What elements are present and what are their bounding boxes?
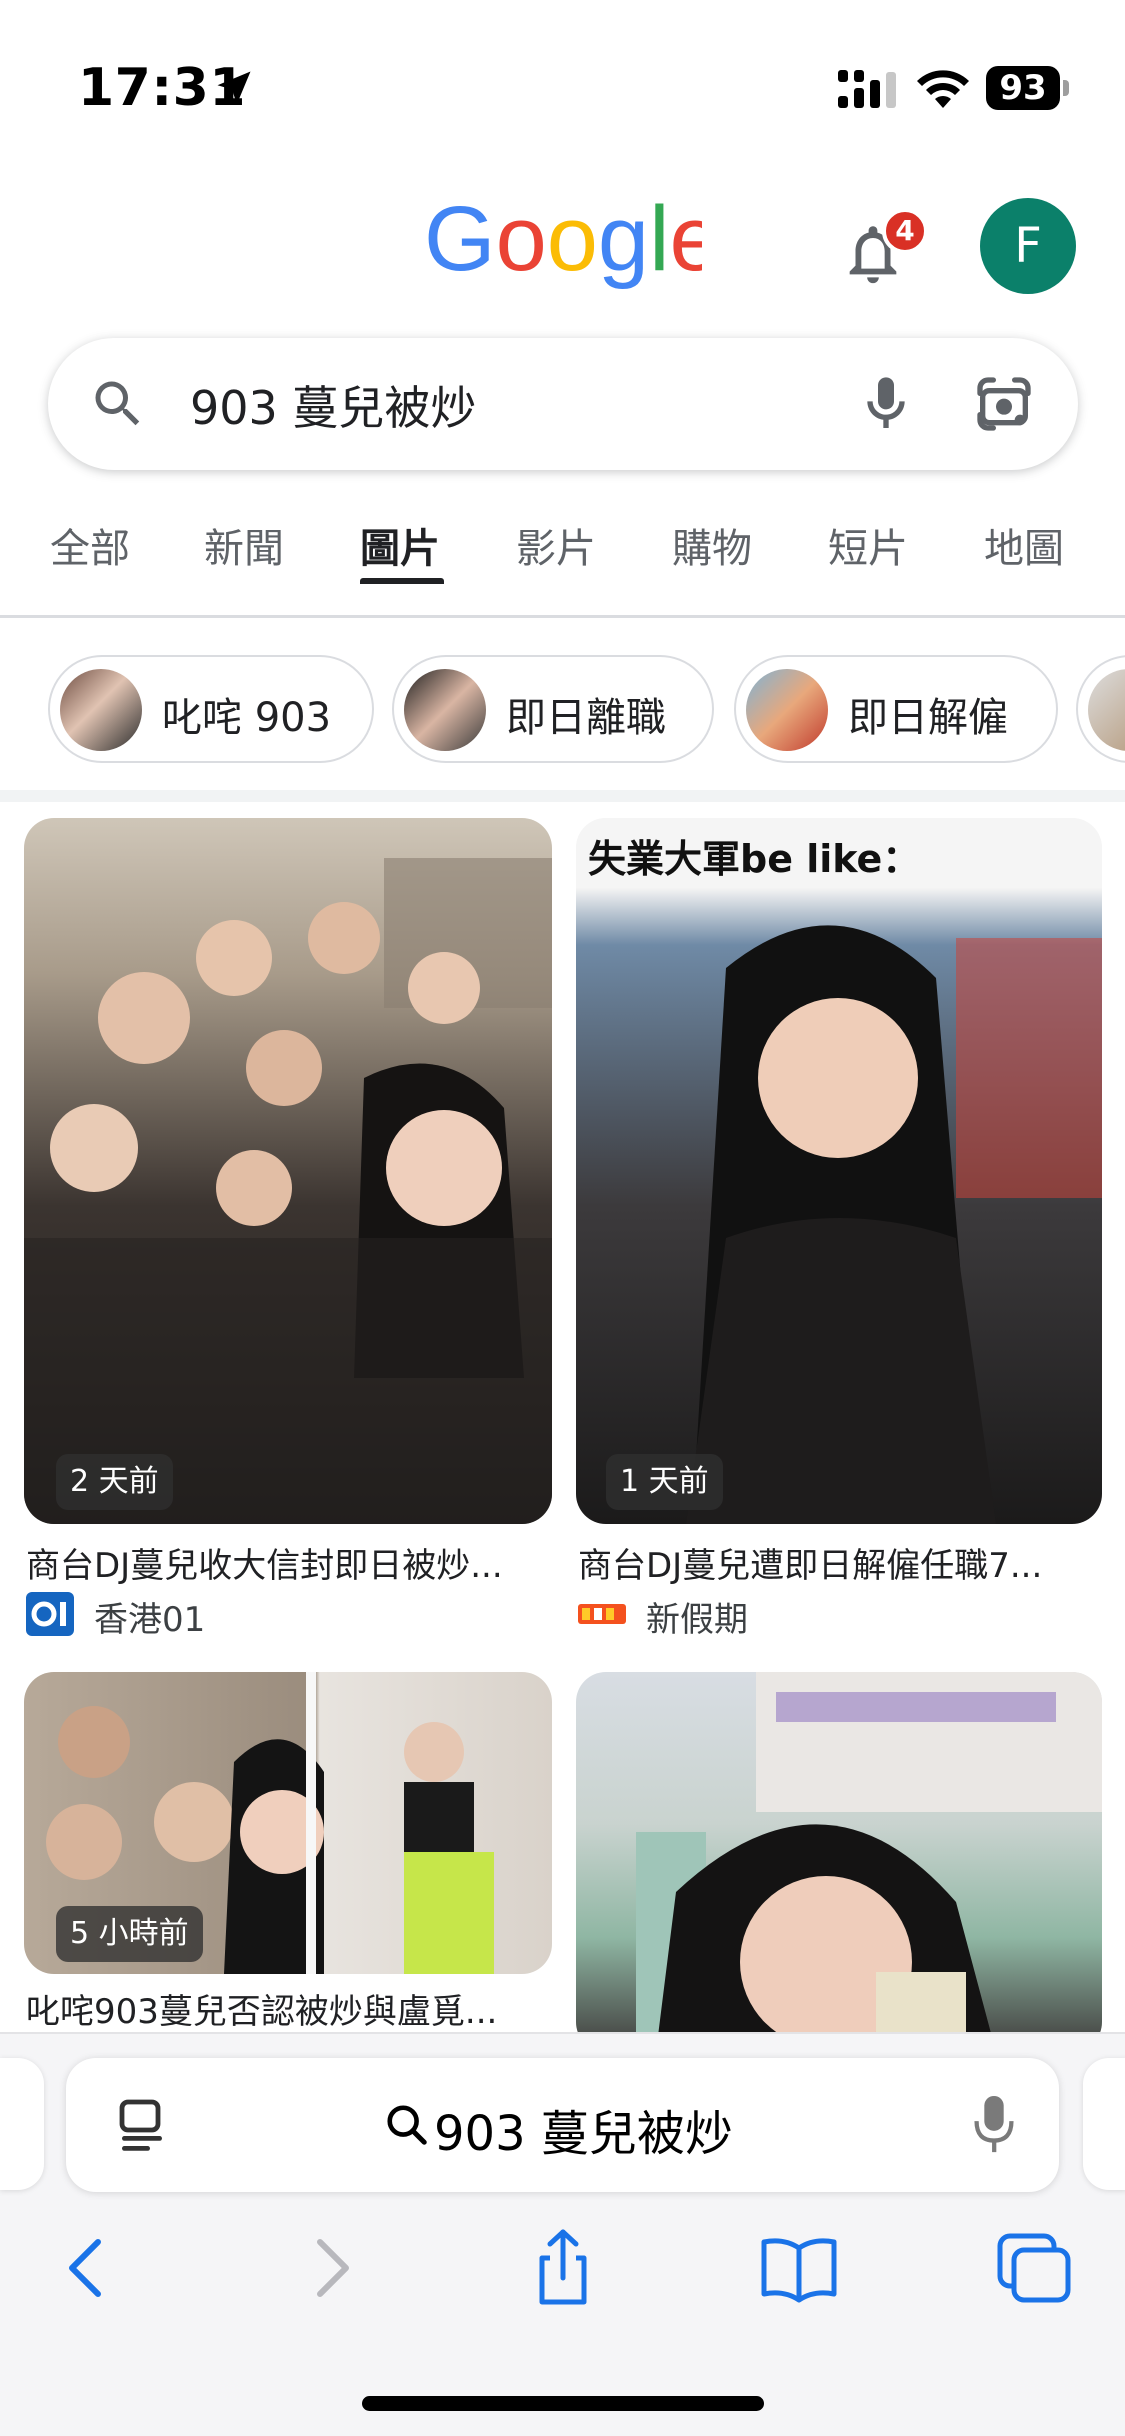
next-tab-peek[interactable]: [1083, 2058, 1125, 2190]
forward-icon[interactable]: [286, 2228, 376, 2308]
result-title[interactable]: 商台DJ蔓兒遭即日解僱任職7...: [578, 1538, 1102, 1587]
search-tabs: 全部 新聞 圖片 影片 購物 短片 地圖: [0, 500, 1125, 618]
image-overlay-caption: 失業大軍be like：: [588, 837, 921, 881]
new-monday-logo-icon: [578, 1604, 626, 1624]
location-arrow-icon: [217, 71, 251, 105]
portrait-image: [636, 1672, 1102, 2052]
bookmarks-icon[interactable]: [754, 2228, 844, 2308]
address-bar[interactable]: 903 蔓兒被炒: [66, 2058, 1059, 2192]
battery-level: 93: [999, 68, 1047, 108]
time-badge: 2 天前: [56, 1454, 173, 1510]
address-text: 903 蔓兒被炒: [434, 2106, 733, 2162]
back-icon[interactable]: [42, 2228, 132, 2308]
search-icon: [387, 2105, 427, 2145]
chip-resign-same-day[interactable]: 即日離職: [392, 655, 714, 763]
result-thumbnail[interactable]: [24, 818, 552, 1524]
tab-shopping[interactable]: 購物: [672, 516, 752, 574]
group-photo-image: [24, 858, 552, 1524]
hk01-logo-icon: [26, 1592, 74, 1636]
chip-label: 叱咤 903: [162, 695, 332, 741]
tabs-icon[interactable]: [990, 2228, 1080, 2308]
chip-commercial-903[interactable]: 叱咤 903: [48, 655, 374, 763]
notification-badge: 4: [882, 208, 928, 254]
active-tab-indicator: [360, 578, 444, 584]
result-title[interactable]: 叱咤903蔓兒否認被炒與盧覓...: [26, 1984, 552, 2033]
svg-text:Google: Google: [424, 190, 702, 290]
page-menu-icon[interactable]: [116, 2098, 168, 2154]
tab-videos[interactable]: 影片: [516, 516, 596, 574]
chip-dismissed-same-day[interactable]: 即日解僱: [734, 655, 1058, 763]
selfie-image: [576, 818, 1102, 1524]
chip-thumbnail: [746, 669, 828, 751]
tab-short-videos[interactable]: 短片: [828, 516, 908, 574]
result-title[interactable]: 商台DJ蔓兒收大信封即日被炒...: [26, 1538, 552, 1587]
share-icon[interactable]: [518, 2228, 608, 2308]
tab-all[interactable]: 全部: [50, 516, 130, 574]
google-logo[interactable]: Google: [424, 190, 702, 294]
section-divider: [0, 790, 1125, 802]
signal-icon: [838, 70, 896, 108]
search-icon: [95, 381, 140, 426]
search-input[interactable]: 903 蔓兒被炒: [190, 372, 476, 438]
image-result[interactable]: [576, 1672, 1102, 2052]
tab-news[interactable]: 新聞: [204, 516, 284, 574]
previous-tab-peek[interactable]: [0, 2058, 44, 2190]
time-badge: 1 天前: [606, 1454, 723, 1510]
chip-more[interactable]: [1076, 655, 1125, 763]
home-indicator: [362, 2396, 764, 2411]
image-result[interactable]: 2 天前 商台DJ蔓兒收大信封即日被炒... 香港01: [24, 818, 552, 1640]
tab-maps[interactable]: 地圖: [984, 516, 1064, 574]
time-badge: 5 小時前: [56, 1906, 203, 1962]
image-result[interactable]: 失業大軍be like： 1 天前 商台DJ蔓兒遭即日解僱任職7... 新假期: [576, 818, 1102, 1640]
refinement-chips: 叱咤 903 即日離職 即日解僱: [0, 655, 1125, 765]
wifi-icon: [917, 70, 969, 108]
status-bar: 17:31 93: [0, 0, 1125, 175]
chip-label: 即日離職: [506, 695, 666, 741]
source-name: 香港01: [94, 1600, 206, 1640]
chip-thumbnail: [404, 669, 486, 751]
source-name: 新假期: [646, 1600, 748, 1640]
image-result[interactable]: 5 小時前 叱咤903蔓兒否認被炒與盧覓...: [24, 1672, 552, 2032]
google-lens-icon[interactable]: [972, 372, 1036, 436]
chip-thumbnail: [60, 669, 142, 751]
account-avatar[interactable]: F: [980, 198, 1076, 294]
search-box[interactable]: 903 蔓兒被炒: [48, 338, 1078, 470]
chip-label: 即日解僱: [848, 695, 1008, 741]
result-thumbnail[interactable]: 失業大軍be like：: [576, 818, 1102, 1524]
battery-icon: 93: [986, 66, 1069, 110]
result-source[interactable]: 香港01: [26, 1588, 552, 1640]
tab-images[interactable]: 圖片: [360, 516, 440, 574]
microphone-icon[interactable]: [972, 2094, 1016, 2156]
notifications-button[interactable]: 4: [838, 208, 928, 298]
result-thumbnail[interactable]: [576, 1672, 1102, 2052]
microphone-icon[interactable]: [854, 368, 918, 440]
chip-thumbnail: [1088, 669, 1125, 751]
result-source[interactable]: 新假期: [578, 1588, 1102, 1640]
